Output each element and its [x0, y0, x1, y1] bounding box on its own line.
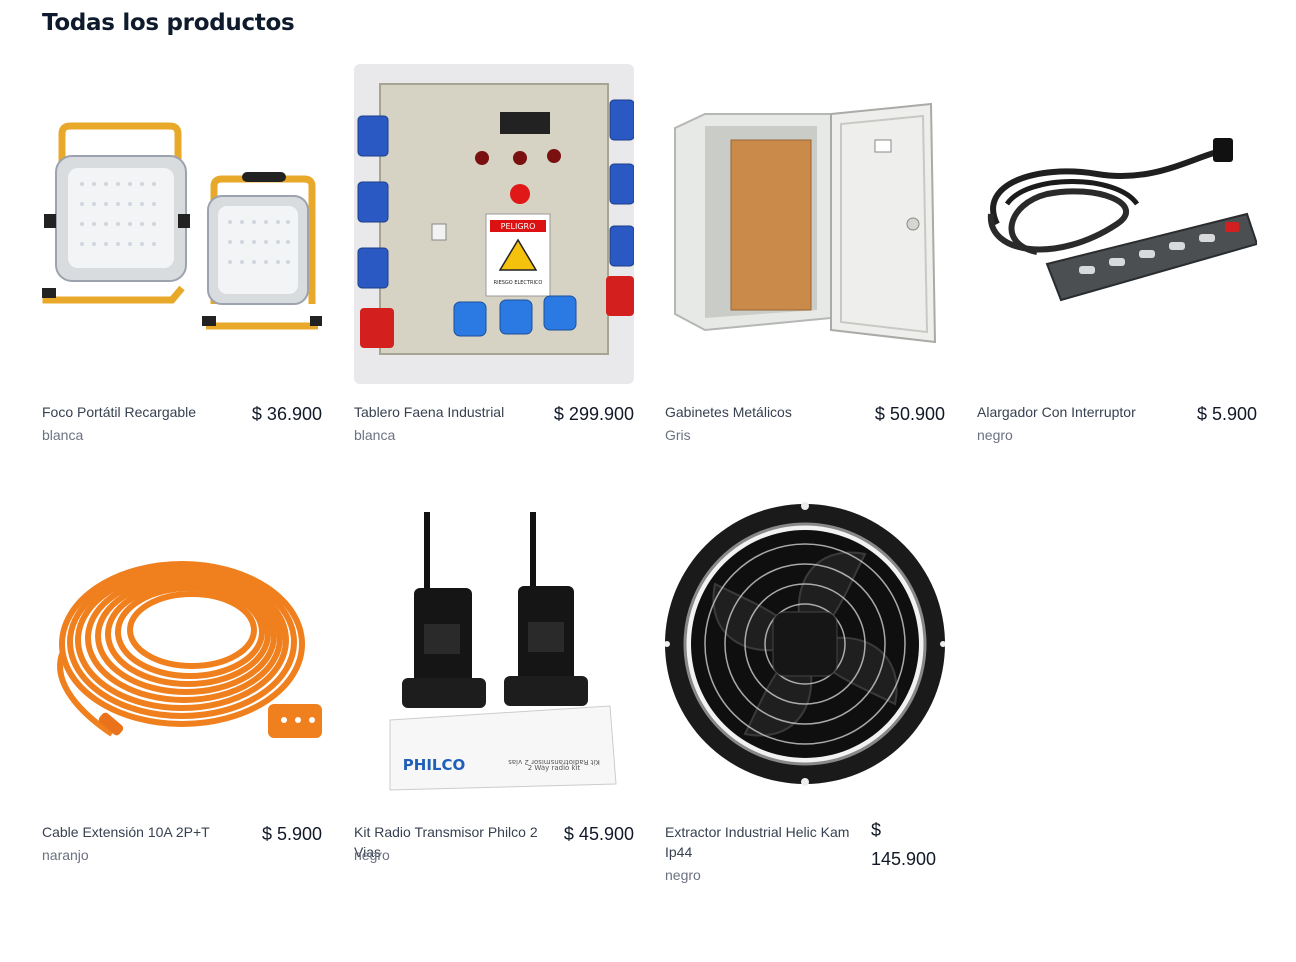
walkie-talkie-icon: PHILCO Kit Radiotransmisor 2 vías 2 Way … [389, 512, 617, 791]
product-card[interactable]: PELIGRO RIESGO ELECTRICO Tablero Faena I… [354, 64, 634, 462]
product-price: $ 45.900 [563, 824, 634, 844]
product-card[interactable]: Extractor Industrial Helic Kam Ip44 negr… [665, 484, 945, 883]
product-card[interactable]: Foco Portátil Recargable blanca $ 36.900 [42, 64, 322, 462]
product-price: $ 50.900 [874, 404, 945, 424]
product-price: $ 36.900 [251, 404, 322, 424]
product-image[interactable] [42, 64, 322, 384]
exhaust-fan-icon [665, 502, 945, 786]
product-name[interactable]: Alargador Con Interruptor [977, 402, 1177, 422]
electrical-panel-icon: PELIGRO RIESGO ELECTRICO [357, 83, 634, 355]
product-price: $ 145.900 [871, 820, 937, 869]
product-card[interactable]: Cable Extensión 10A 2P+T naranjo $ 5.900 [42, 484, 322, 882]
product-color: negro [665, 867, 701, 883]
product-name[interactable]: Cable Extensión 10A 2P+T [42, 822, 242, 842]
product-card[interactable]: Alargador Con Interruptor negro $ 5.900 [977, 64, 1257, 462]
product-color: negro [977, 427, 1013, 443]
metal-cabinet-icon [674, 102, 937, 344]
product-image[interactable] [42, 484, 322, 804]
extension-cable-icon [57, 561, 322, 738]
product-price: $ 5.900 [261, 824, 322, 844]
product-name[interactable]: Tablero Faena Industrial [354, 402, 554, 422]
product-card[interactable]: PHILCO Kit Radiotransmisor 2 vías 2 Way … [354, 484, 634, 882]
product-price: $ 5.900 [1196, 404, 1257, 424]
product-color: negro [354, 847, 390, 863]
panel-sign-text: PELIGRO [501, 222, 536, 231]
product-color: blanca [354, 427, 396, 443]
panel-sign-sub: RIESGO ELECTRICO [494, 280, 543, 286]
product-image[interactable] [977, 64, 1257, 384]
product-image[interactable]: PELIGRO RIESGO ELECTRICO [354, 64, 634, 384]
product-name[interactable]: Foco Portátil Recargable [42, 402, 242, 422]
floodlight-icon [42, 122, 322, 330]
product-color: blanca [42, 427, 84, 443]
product-price: $ 299.900 [553, 404, 634, 424]
product-image[interactable] [665, 484, 945, 804]
page-title: Todas los productos [42, 10, 295, 36]
product-name[interactable]: Extractor Industrial Helic Kam Ip44 [665, 822, 865, 862]
product-name[interactable]: Gabinetes Metálicos [665, 402, 865, 422]
product-card[interactable]: Gabinetes Metálicos Gris $ 50.900 [665, 64, 945, 462]
product-color: naranjo [42, 847, 89, 863]
box-text-2: 2 Way radio kit [528, 764, 581, 772]
power-strip-icon [987, 138, 1257, 302]
product-image[interactable]: PHILCO Kit Radiotransmisor 2 vías 2 Way … [354, 484, 634, 804]
product-image[interactable] [665, 64, 945, 384]
box-brand: PHILCO [403, 756, 465, 774]
product-color: Gris [665, 427, 691, 443]
